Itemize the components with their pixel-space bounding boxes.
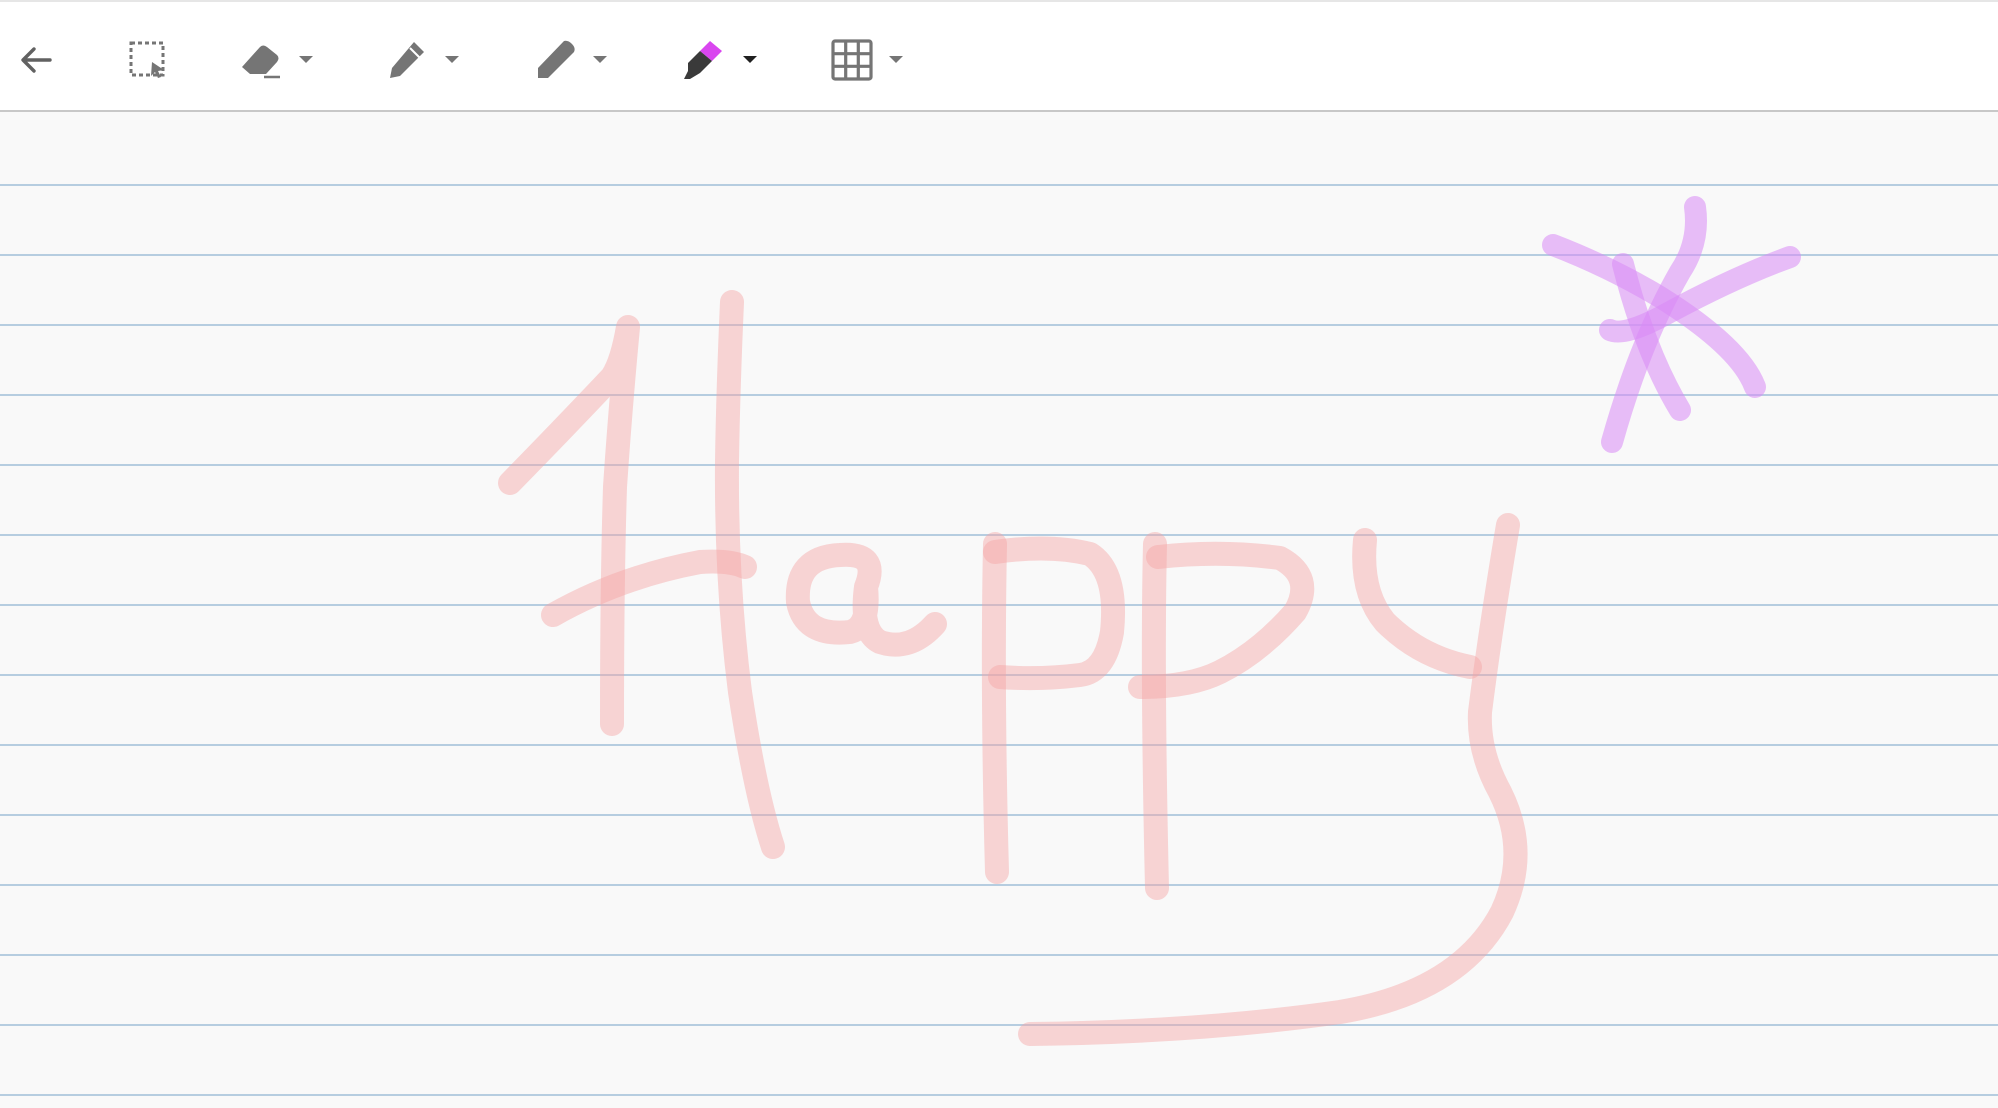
grid-tool[interactable] <box>830 30 904 90</box>
ballpoint-pen-dropdown-icon[interactable] <box>444 55 460 65</box>
toolbar <box>0 0 1998 112</box>
handwritten-word-happy <box>498 290 1528 1046</box>
lasso-select-icon <box>126 38 170 82</box>
lasso-select-button[interactable] <box>126 30 170 90</box>
ink-layer <box>498 196 1801 1046</box>
highlighter-tool[interactable] <box>682 30 758 90</box>
ballpoint-pen-icon <box>386 38 430 82</box>
grid-icon <box>830 38 874 82</box>
marker-tool[interactable] <box>534 30 608 90</box>
eraser-dropdown-icon[interactable] <box>298 55 314 65</box>
highlighter-dropdown-icon[interactable] <box>742 55 758 65</box>
eraser-icon <box>238 37 284 83</box>
drawing-canvas[interactable] <box>0 112 1998 1108</box>
marker-dropdown-icon[interactable] <box>592 55 608 65</box>
eraser-tool[interactable] <box>238 30 314 90</box>
back-arrow-icon <box>16 40 56 80</box>
highlighter-icon <box>682 37 728 83</box>
back-button[interactable] <box>16 30 56 90</box>
grid-dropdown-icon[interactable] <box>888 55 904 65</box>
marker-icon <box>534 38 578 82</box>
handwritten-asterisk <box>1542 196 1801 453</box>
ballpoint-pen-tool[interactable] <box>386 30 460 90</box>
